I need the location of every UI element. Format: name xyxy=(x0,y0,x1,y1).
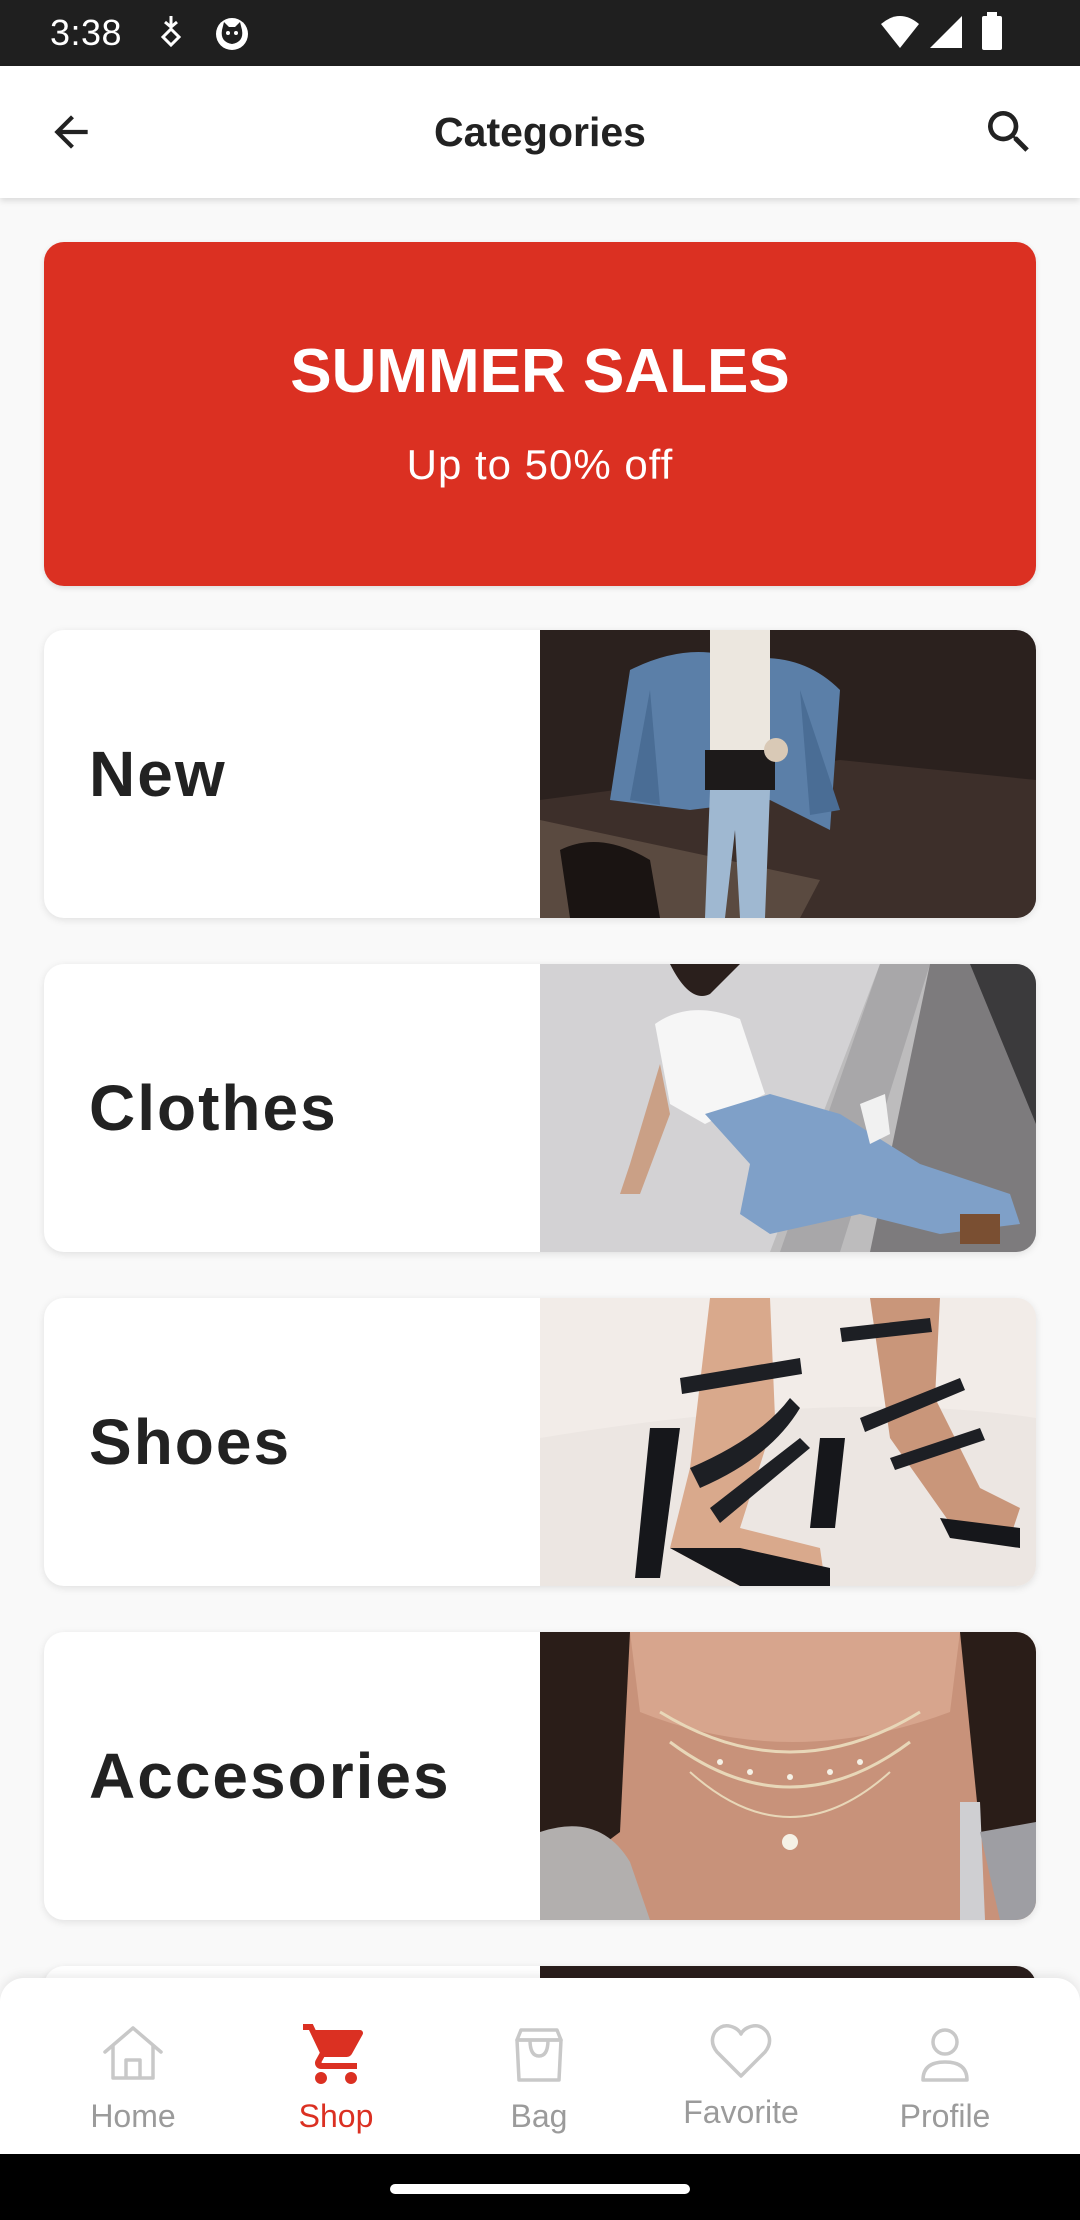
nav-label: Home xyxy=(90,2098,176,2134)
bag-icon xyxy=(515,2028,563,2082)
nav-item-bag[interactable]: Bag xyxy=(439,1978,639,2154)
nav-item-shop[interactable]: Shop xyxy=(236,1978,436,2154)
nav-item-favorite[interactable]: Favorite xyxy=(641,1978,841,2154)
category-card-shoes[interactable]: Shoes xyxy=(44,1298,1036,1586)
category-label: Accesories xyxy=(89,1740,451,1812)
nav-label: Bag xyxy=(510,2098,568,2134)
system-nav-bar xyxy=(0,2154,1080,2220)
page-title: Categories xyxy=(434,109,646,155)
category-image-clothes xyxy=(540,964,1036,1252)
nav-item-profile[interactable]: Profile xyxy=(845,1978,1045,2154)
profile-icon xyxy=(921,2028,969,2082)
nav-item-home[interactable]: Home xyxy=(33,1978,233,2154)
nav-label: Profile xyxy=(899,2098,991,2134)
category-card-clothes[interactable]: Clothes xyxy=(44,964,1036,1252)
category-label: Shoes xyxy=(89,1406,292,1478)
app-bar: Categories xyxy=(0,66,1080,198)
category-image-accesories xyxy=(540,1632,1036,1920)
battery-icon xyxy=(982,12,1002,50)
status-bar: 3:38 xyxy=(0,0,1080,66)
search-button[interactable] xyxy=(974,97,1044,167)
bottom-navigation: Home Shop Bag Favorite Profile xyxy=(0,1978,1080,2154)
home-icon xyxy=(103,2026,163,2080)
usb-debug-icon xyxy=(160,16,182,48)
category-card-accesories[interactable]: Accesories xyxy=(44,1632,1036,1920)
nav-label: Shop xyxy=(298,2098,374,2134)
banner-subtitle: Up to 50% off xyxy=(406,441,674,488)
category-image-new xyxy=(540,630,1036,918)
status-time: 3:38 xyxy=(50,12,123,53)
category-card-new[interactable]: New xyxy=(44,630,1036,918)
wifi-icon xyxy=(881,16,919,48)
category-label: New xyxy=(89,738,227,810)
cat-app-icon xyxy=(216,18,248,50)
category-card-partial[interactable] xyxy=(44,1966,1036,1978)
search-icon xyxy=(988,111,1029,152)
banner-title: SUMMER SALES xyxy=(290,337,790,406)
category-image-shoes xyxy=(540,1298,1036,1586)
summer-sales-banner[interactable]: SUMMER SALES Up to 50% off xyxy=(44,242,1036,586)
cell-signal-icon xyxy=(930,16,962,48)
category-image-partial xyxy=(540,1966,1036,1978)
cart-icon xyxy=(303,2024,364,2084)
category-label: Clothes xyxy=(89,1072,338,1144)
home-gesture-handle[interactable] xyxy=(390,2184,690,2194)
nav-label: Favorite xyxy=(683,2094,799,2130)
heart-icon xyxy=(710,2024,772,2078)
category-list[interactable]: SUMMER SALES Up to 50% off New Clothes S… xyxy=(0,198,1080,1978)
